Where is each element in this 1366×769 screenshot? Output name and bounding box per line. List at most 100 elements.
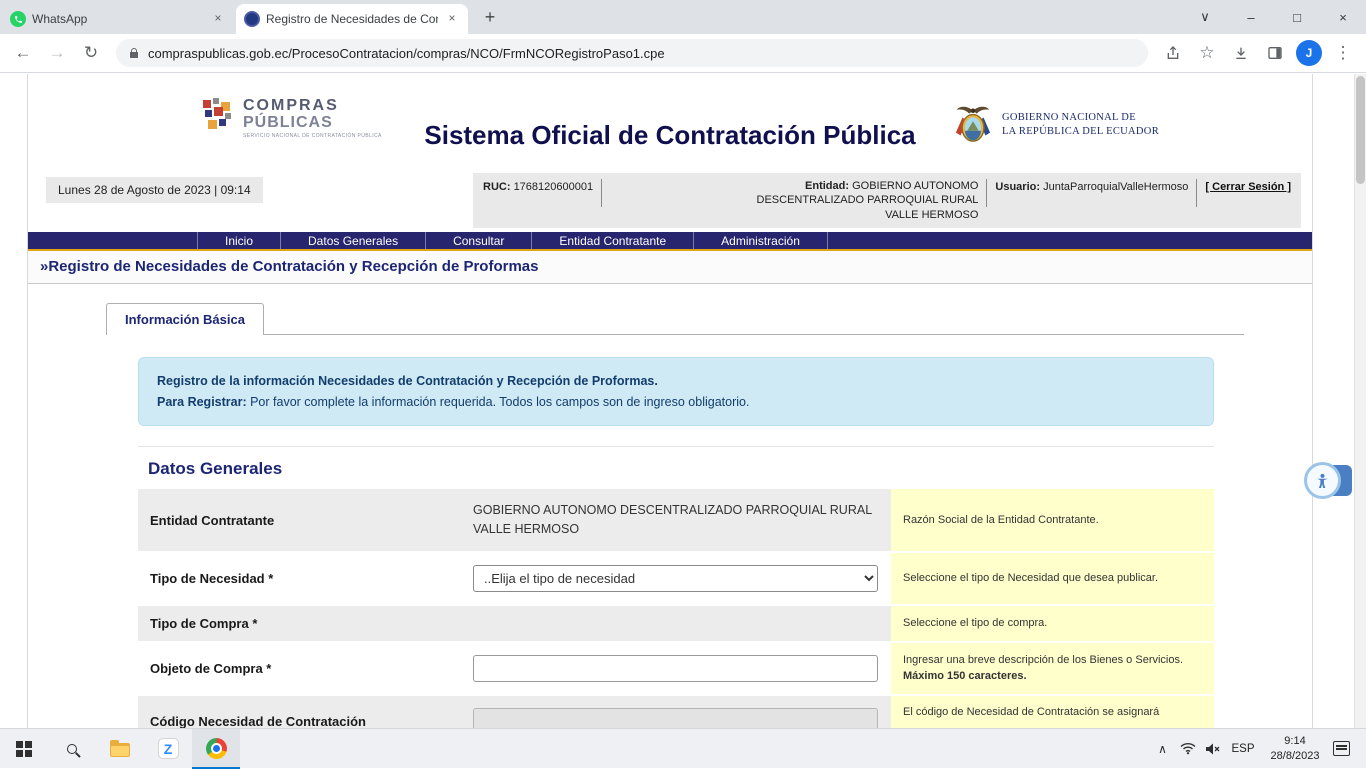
- tab-title: WhatsApp: [32, 12, 204, 26]
- taskbar-search-button[interactable]: [48, 729, 96, 769]
- file-explorer-button[interactable]: [96, 729, 144, 769]
- chrome-icon: [206, 738, 227, 759]
- field-value-cell: [461, 643, 891, 694]
- notice-line1: Registro de la información Necesidades d…: [157, 371, 1195, 392]
- volume-muted-icon[interactable]: [1200, 729, 1225, 769]
- nav-item-consultar[interactable]: Consultar: [426, 232, 532, 249]
- field-value-cell: GOBIERNO AUTONOMO DESCENTRALIZADO PARROQ…: [461, 489, 891, 551]
- field-help: Seleccione el tipo de compra.: [891, 606, 1214, 641]
- folder-icon: [110, 743, 130, 757]
- nav-item-inicio[interactable]: Inicio: [198, 232, 281, 249]
- tab-search-chevron-icon[interactable]: ∨: [1182, 0, 1228, 34]
- main-nav: Inicio Datos Generales Consultar Entidad…: [28, 232, 1312, 251]
- field-help: Seleccione el tipo de Necesidad que dese…: [891, 553, 1214, 604]
- whatsapp-icon: [10, 11, 26, 27]
- close-window-button[interactable]: ×: [1320, 0, 1366, 34]
- site-favicon-icon: [244, 11, 260, 27]
- browser-tab-bar: WhatsApp × Registro de Necesidades de Co…: [0, 0, 1366, 34]
- codigo-necesidad-input: [473, 708, 878, 728]
- nav-item-datos-generales[interactable]: Datos Generales: [281, 232, 426, 249]
- form-row-objeto-compra: Objeto de Compra * Ingresar una breve de…: [138, 643, 1214, 696]
- page-title: »Registro de Necesidades de Contratación…: [28, 251, 1312, 284]
- share-icon[interactable]: [1158, 38, 1188, 68]
- tab-close-icon[interactable]: ×: [444, 11, 460, 27]
- nav-item-entidad-contratante[interactable]: Entidad Contratante: [532, 232, 694, 249]
- field-value-cell: [461, 606, 891, 641]
- network-icon[interactable]: [1175, 729, 1200, 769]
- download-icon[interactable]: [1226, 38, 1256, 68]
- entidad-contratante-value: GOBIERNO AUTONOMO DESCENTRALIZADO PARROQ…: [473, 501, 879, 539]
- accessibility-widget[interactable]: [1304, 462, 1352, 499]
- ecuador-coat-of-arms-icon: [954, 104, 992, 146]
- zoom-app-button[interactable]: Z: [144, 729, 192, 769]
- start-button[interactable]: [0, 729, 48, 769]
- taskbar-date: 28/8/2023: [1261, 749, 1329, 763]
- page-viewport: COMPRAS PÚBLICAS SERVICIO NACIONAL DE CO…: [0, 74, 1366, 728]
- kebab-menu-icon[interactable]: ⋮: [1328, 38, 1358, 68]
- page-scrollbar[interactable]: [1354, 74, 1366, 728]
- forward-icon[interactable]: →: [42, 38, 72, 68]
- field-help: El código de Necesidad de Contratación s…: [891, 696, 1214, 728]
- refresh-icon[interactable]: ↻: [76, 38, 106, 68]
- windows-logo-icon: [16, 741, 32, 757]
- field-label: Objeto de Compra *: [138, 643, 461, 694]
- site-header: COMPRAS PÚBLICAS SERVICIO NACIONAL DE CO…: [28, 74, 1312, 173]
- notice-box: Registro de la información Necesidades d…: [138, 357, 1214, 426]
- action-center-icon[interactable]: [1329, 729, 1354, 769]
- accessibility-person-icon: [1314, 472, 1331, 489]
- divider: [986, 179, 987, 207]
- url-text: compraspublicas.gob.ec/ProcesoContrataci…: [148, 46, 665, 61]
- divider: [1196, 179, 1197, 207]
- nav-item-administracion[interactable]: Administración: [694, 232, 828, 249]
- tab-whatsapp[interactable]: WhatsApp ×: [2, 4, 234, 34]
- lock-icon: [128, 47, 140, 59]
- language-indicator[interactable]: ESP: [1225, 743, 1261, 755]
- field-label: Tipo de Necesidad *: [138, 553, 461, 604]
- datetime-box: Lunes 28 de Agosto de 2023 | 09:14: [46, 177, 263, 203]
- tab-area: Información Básica: [28, 303, 1312, 334]
- soce-page: COMPRAS PÚBLICAS SERVICIO NACIONAL DE CO…: [27, 74, 1313, 728]
- field-help: Razón Social de la Entidad Contratante.: [891, 489, 1214, 551]
- tab-informacion-basica[interactable]: Información Básica: [106, 303, 264, 335]
- tab-title: Registro de Necesidades de Cont: [266, 12, 438, 26]
- tipo-necesidad-select[interactable]: ..Elija el tipo de necesidad: [473, 565, 878, 592]
- window-controls: ∨ – □ ×: [1182, 0, 1366, 34]
- tab-close-icon[interactable]: ×: [210, 11, 226, 27]
- tray-chevron-up-icon[interactable]: ∧: [1150, 729, 1175, 769]
- ruc-field: RUC: 1768120600001: [483, 179, 593, 194]
- windows-taskbar: Z ∧ ESP 9:14 28/8/2023: [0, 728, 1366, 768]
- scrollbar-thumb[interactable]: [1356, 76, 1365, 184]
- tab-registro-necesidades[interactable]: Registro de Necesidades de Cont ×: [236, 4, 468, 34]
- government-text: GOBIERNO NACIONAL DE LA REPÚBLICA DEL EC…: [1002, 111, 1159, 139]
- notice-line2: Para Registrar: Por favor complete la in…: [157, 392, 1195, 413]
- datos-generales-section: Datos Generales Entidad Contratante GOBI…: [138, 446, 1214, 728]
- user-field: Usuario: JuntaParroquialValleHermoso: [995, 179, 1188, 194]
- form-row-codigo-necesidad: Código Necesidad de Contratación El códi…: [138, 696, 1214, 728]
- form-row-entidad-contratante: Entidad Contratante GOBIERNO AUTONOMO DE…: [138, 489, 1214, 553]
- nav-spacer: [28, 232, 198, 249]
- field-value-cell: [461, 696, 891, 728]
- form-row-tipo-necesidad: Tipo de Necesidad * ..Elija el tipo de n…: [138, 553, 1214, 606]
- side-panel-icon[interactable]: [1260, 38, 1290, 68]
- browser-toolbar: ← → ↻ compraspublicas.gob.ec/ProcesoCont…: [0, 34, 1366, 73]
- profile-avatar[interactable]: J: [1296, 40, 1322, 66]
- objeto-compra-input[interactable]: [473, 655, 878, 682]
- minimize-button[interactable]: –: [1228, 0, 1274, 34]
- new-tab-button[interactable]: +: [476, 3, 504, 31]
- section-title: Datos Generales: [148, 459, 1214, 479]
- field-help: Ingresar una breve descripción de los Bi…: [891, 643, 1214, 694]
- chrome-app-button[interactable]: [192, 729, 240, 769]
- maximize-button[interactable]: □: [1274, 0, 1320, 34]
- taskbar-clock[interactable]: 9:14 28/8/2023: [1261, 734, 1329, 763]
- taskbar-time: 9:14: [1261, 734, 1329, 748]
- form-table: Entidad Contratante GOBIERNO AUTONOMO DE…: [138, 489, 1214, 728]
- url-bar[interactable]: compraspublicas.gob.ec/ProcesoContrataci…: [116, 39, 1148, 67]
- session-bar: Lunes 28 de Agosto de 2023 | 09:14 RUC: …: [28, 173, 1312, 219]
- bookmark-star-icon[interactable]: ☆: [1192, 38, 1222, 68]
- field-label: Tipo de Compra *: [138, 606, 461, 641]
- entity-field: Entidad: GOBIERNO AUTONOMO DESCENTRALIZA…: [610, 179, 978, 222]
- logout-link[interactable]: [ Cerrar Sesión ]: [1205, 179, 1291, 194]
- back-icon[interactable]: ←: [8, 38, 38, 68]
- accessibility-button[interactable]: [1304, 462, 1341, 499]
- field-value-cell: ..Elija el tipo de necesidad: [461, 553, 891, 604]
